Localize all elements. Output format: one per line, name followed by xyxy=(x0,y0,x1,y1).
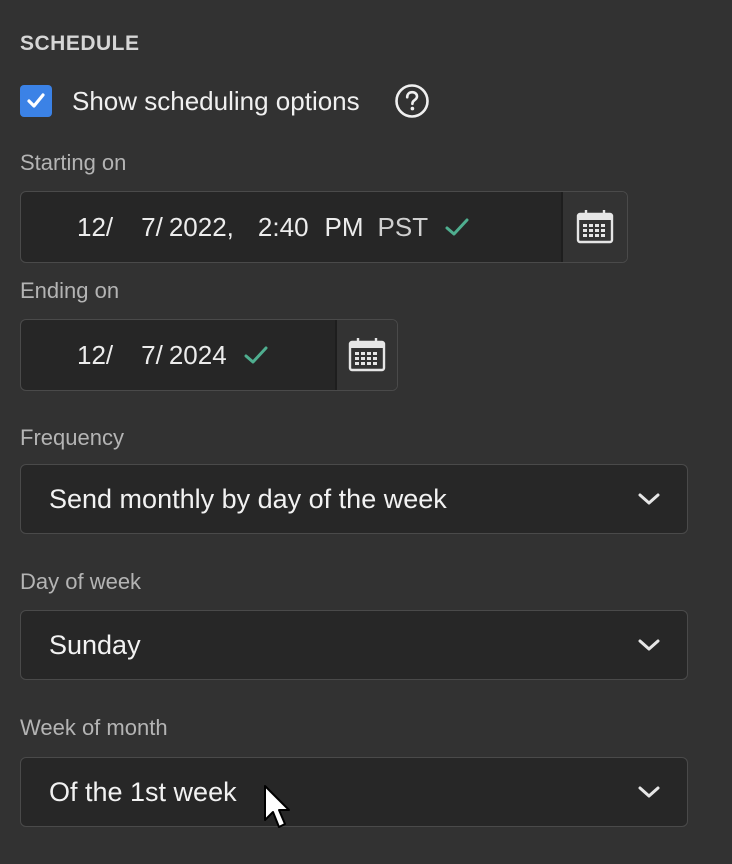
chevron-down-icon xyxy=(637,784,661,800)
question-circle-icon[interactable] xyxy=(394,83,430,119)
show-scheduling-row[interactable]: Show scheduling options xyxy=(20,82,430,120)
frequency-label: Frequency xyxy=(20,425,124,450)
calendar-icon xyxy=(577,210,614,244)
chevron-down-icon xyxy=(637,491,661,507)
calendar-icon xyxy=(349,338,386,372)
mouse-pointer-icon xyxy=(262,784,292,837)
start-timezone: PST xyxy=(377,211,429,242)
schedule-panel: SCHEDULE Show scheduling options Startin… xyxy=(0,0,732,864)
end-day-segment[interactable]: 7/ xyxy=(141,340,163,371)
chevron-down-icon xyxy=(637,637,661,653)
checkmark-icon xyxy=(243,344,269,366)
ending-on-calendar-button[interactable] xyxy=(335,320,397,390)
starting-on-datetime-picker: 12/ 7/ 2022, 2:40 PM PST xyxy=(20,191,628,263)
check-icon xyxy=(27,93,45,108)
ending-on-date-field[interactable]: 12/ 7/ 2024 xyxy=(21,320,335,390)
start-ampm-segment[interactable]: PM xyxy=(325,212,364,243)
week-of-month-select[interactable]: Of the 1st week xyxy=(20,757,688,827)
start-time-segment[interactable]: 2:40 xyxy=(258,212,309,243)
end-year-segment[interactable]: 2024 xyxy=(169,340,227,371)
frequency-select[interactable]: Send monthly by day of the week xyxy=(20,464,688,534)
checkmark-icon xyxy=(444,216,470,238)
section-title: SCHEDULE xyxy=(20,32,140,55)
starting-on-datetime-field[interactable]: 12/ 7/ 2022, 2:40 PM PST xyxy=(21,192,561,262)
week-of-month-value: Of the 1st week xyxy=(49,776,237,807)
starting-on-label: Starting on xyxy=(20,150,127,175)
starting-on-calendar-button[interactable] xyxy=(561,192,627,262)
show-scheduling-checkbox[interactable] xyxy=(20,85,52,117)
day-of-week-label: Day of week xyxy=(20,569,142,594)
day-of-week-select[interactable]: Sunday xyxy=(20,610,688,680)
show-scheduling-label[interactable]: Show scheduling options xyxy=(72,86,360,117)
start-year-segment[interactable]: 2022, xyxy=(169,212,234,243)
week-of-month-label: Week of month xyxy=(20,715,168,740)
end-month-segment[interactable]: 12/ xyxy=(77,340,113,371)
day-of-week-value: Sunday xyxy=(49,629,141,660)
ending-on-label: Ending on xyxy=(20,278,120,303)
frequency-value: Send monthly by day of the week xyxy=(49,483,447,514)
start-day-segment[interactable]: 7/ xyxy=(141,212,163,243)
start-month-segment[interactable]: 12/ xyxy=(77,212,113,243)
ending-on-date-picker: 12/ 7/ 2024 xyxy=(20,319,398,391)
